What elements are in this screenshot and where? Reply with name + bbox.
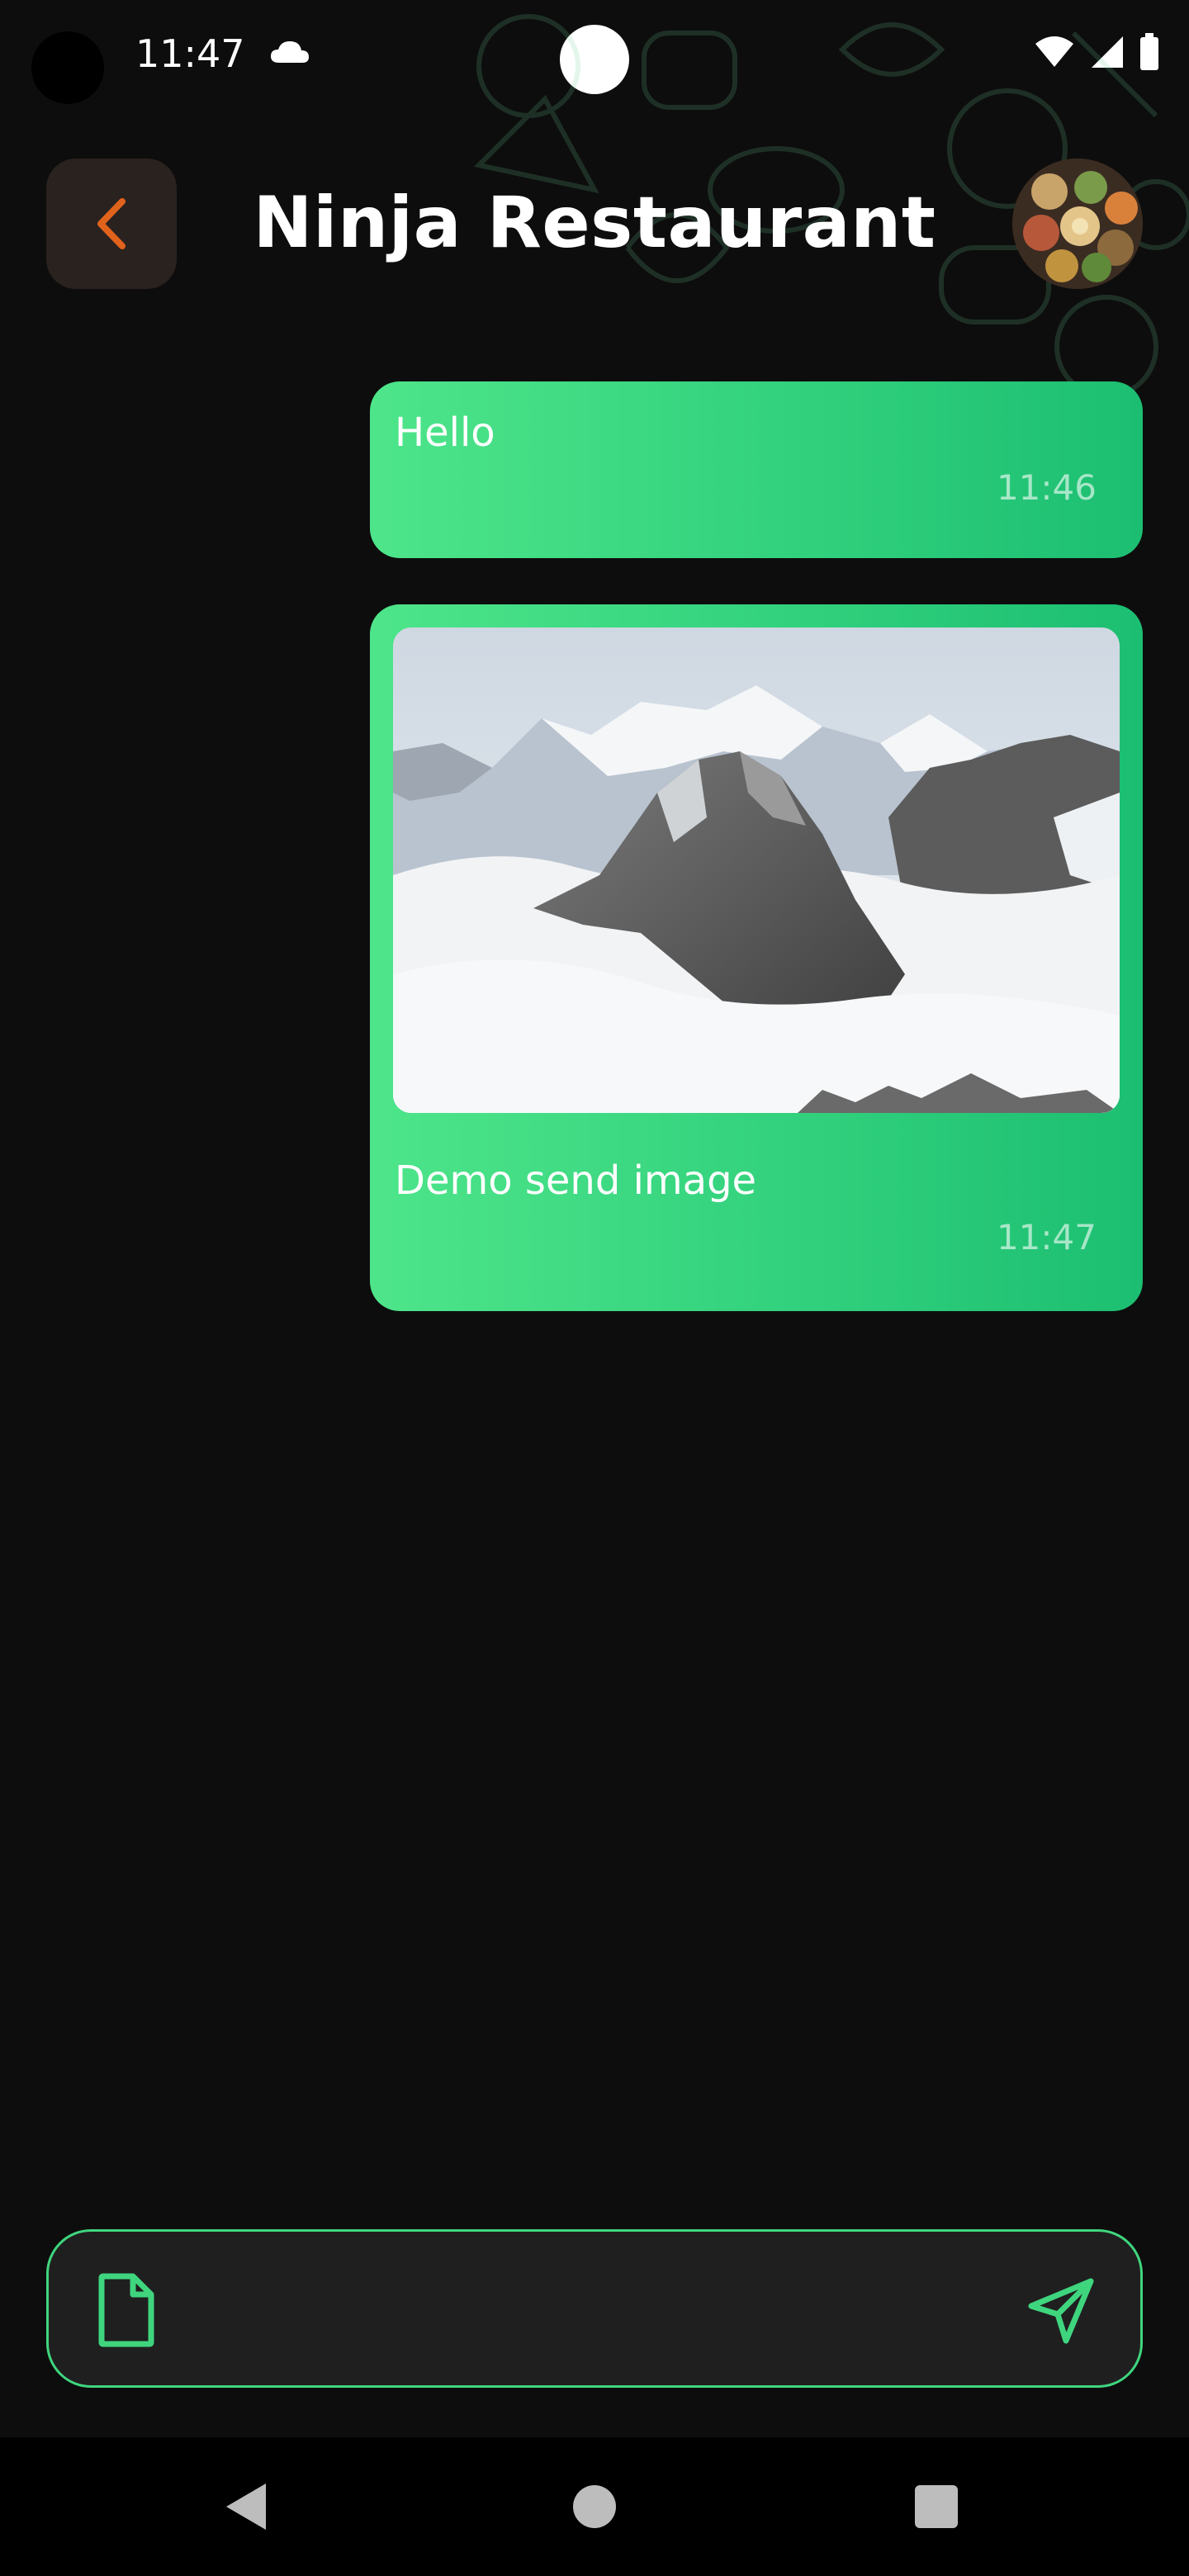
send-button[interactable]	[1026, 2276, 1096, 2349]
message-bubble-image[interactable]: Demo send image 11:47	[370, 604, 1143, 1311]
attach-file-button[interactable]	[97, 2273, 156, 2351]
message-text: Demo send image	[395, 1158, 757, 1204]
front-camera	[31, 31, 104, 104]
status-time: 11:47	[135, 31, 245, 76]
restaurant-avatar[interactable]	[1012, 159, 1143, 289]
nav-recents-icon[interactable]	[915, 2485, 958, 2528]
file-icon	[98, 2273, 154, 2347]
send-icon	[1028, 2278, 1094, 2344]
message-input[interactable]	[181, 2265, 1010, 2357]
message-bubble[interactable]: Hello 11:46	[370, 381, 1143, 558]
message-time: 11:46	[996, 467, 1097, 508]
message-text: Hello	[395, 410, 495, 456]
message-image[interactable]	[393, 627, 1120, 1113]
nav-home-icon[interactable]	[573, 2485, 616, 2528]
message-composer	[46, 2229, 1143, 2388]
nav-back-icon[interactable]	[223, 2480, 269, 2533]
chat-title: Ninja Restaurant	[253, 182, 936, 264]
message-time: 11:47	[996, 1217, 1097, 1257]
cloud-icon	[269, 40, 310, 68]
system-nav-bar	[0, 2437, 1189, 2576]
